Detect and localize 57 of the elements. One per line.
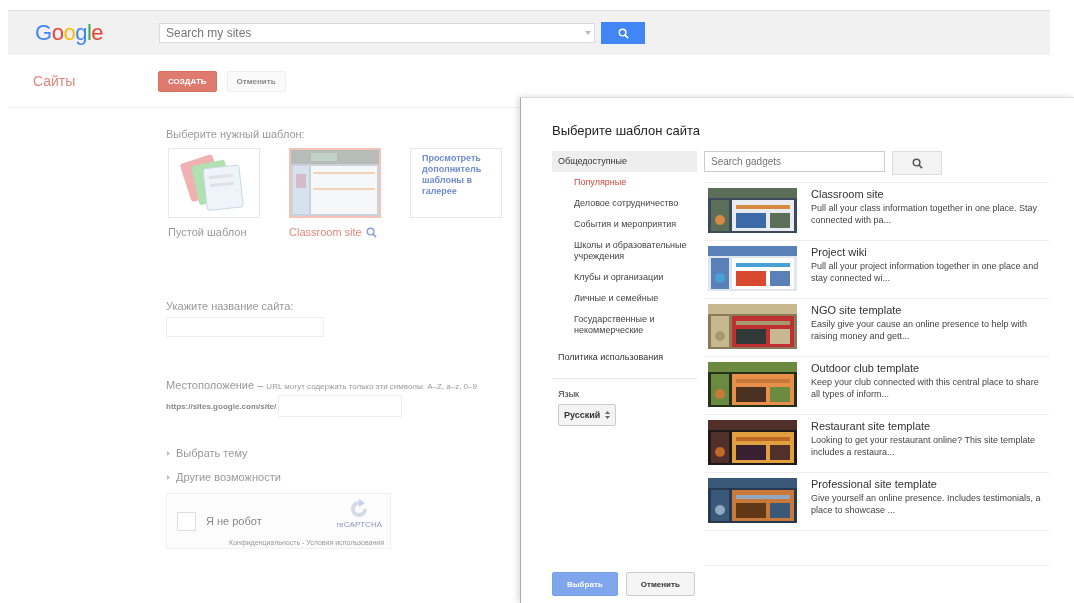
subcategory-item[interactable]: Популярные <box>552 172 697 193</box>
captcha-brand: reCAPTCHA <box>336 520 382 529</box>
template-title: Restaurant site template <box>811 420 932 433</box>
expand-arrow-icon <box>166 450 171 456</box>
template-description: Pull all your class information together in one place. Stay connected with pa... <box>811 202 1039 226</box>
template-tile[interactable]: Просмотреть дополнитель шаблоны в галерее <box>410 148 502 218</box>
template-title: Project wiki <box>811 246 868 259</box>
dropdown-icon[interactable] <box>585 31 591 35</box>
app-title: Сайты <box>33 73 77 89</box>
category-item[interactable]: Общедоступные <box>552 151 697 172</box>
expand-arrow-icon <box>166 474 171 480</box>
template-title: Classroom site <box>811 188 885 201</box>
subcategory-item[interactable]: События и мероприятия <box>552 214 697 235</box>
template-description: Pull all your project information together in one place and stay connected wi... <box>811 260 1040 284</box>
section-label: Выберите нужный шаблон: <box>166 128 306 140</box>
search-field[interactable]: Search gadgets <box>704 151 885 172</box>
template-row[interactable]: Professional site template Give yourself an online presence. Includes testimonials, a place to showcase ... <box>704 473 1049 531</box>
search-field[interactable]: Search my sites <box>159 23 595 43</box>
template-title: Professional site template <box>811 478 938 491</box>
checkbox[interactable] <box>177 511 196 531</box>
template-caption: Пустой шаблон <box>168 226 247 238</box>
category-item[interactable]: Политика использования <box>552 347 697 368</box>
template-description: Give yourself an online presence. Includes testimonials, a place to showcase ... <box>811 492 1042 516</box>
template-description: Easily give your cause an online presence to help with raising money and gett... <box>811 318 1029 342</box>
search-button[interactable] <box>892 151 942 175</box>
template-title: NGO site template <box>811 304 903 317</box>
subcategory-item[interactable]: Личные и семейные <box>552 288 697 309</box>
language-label: Язык <box>557 389 581 399</box>
template-description: Looking to get your restaurant online? This site template includes a restaura... <box>811 434 1036 458</box>
google-logo: Google <box>35 20 104 46</box>
dialog-title: Выберите шаблон сайта <box>552 123 701 138</box>
language-select[interactable]: Русский <box>558 404 617 426</box>
subcategory-item[interactable]: Государственные и некоммерческие <box>552 309 697 341</box>
spinner-arrows-icon <box>605 411 611 419</box>
template-description: Keep your club connected with this central place to share all types of inform... <box>811 376 1040 400</box>
template-title: Outdoor club template <box>811 362 921 375</box>
search-button[interactable] <box>601 22 645 44</box>
search-icon <box>911 157 923 169</box>
template-row[interactable]: Classroom site Pull all your class information together in one place. Stay connected with pa... <box>704 183 1049 241</box>
template-caption: Classroom site <box>289 226 362 238</box>
gallery-link[interactable]: Просмотреть дополнитель шаблоны в галерее <box>412 149 500 197</box>
template-row[interactable]: Outdoor club template Keep your club connected with this central place to share all types of inform... <box>704 357 1049 415</box>
template-tile[interactable] <box>168 148 260 218</box>
search-icon <box>617 27 629 39</box>
subcategory-item[interactable]: Клубы и организации <box>552 267 697 288</box>
template-row[interactable]: Restaurant site template Looking to get your restaurant online? This site template includes a restaura... <box>704 415 1049 473</box>
subcategory-item[interactable]: Деловое сотрудничество <box>552 193 697 214</box>
template-row[interactable]: Project wiki Pull all your project information together in one place and stay connected wi... <box>704 241 1049 299</box>
captcha-label: Я не робот <box>206 515 262 527</box>
subcategory-item[interactable]: Школы и образовательные учреждения <box>552 235 697 267</box>
url-prefix: https://sites.google.com/site/ <box>166 401 277 411</box>
cancel-button[interactable]: Отменить <box>625 572 695 596</box>
template-row[interactable]: NGO site template Easily give your cause an online presence to help with raising money and gett... <box>704 299 1049 357</box>
cancel-button[interactable]: Отменить <box>226 70 286 92</box>
preview-icon[interactable] <box>365 226 377 238</box>
section-label: Укажите название сайта: <box>166 300 295 312</box>
location-label: Местоположение – URL могут содержать только эти символы: A–Z, a–z, 0–9 <box>166 379 478 391</box>
